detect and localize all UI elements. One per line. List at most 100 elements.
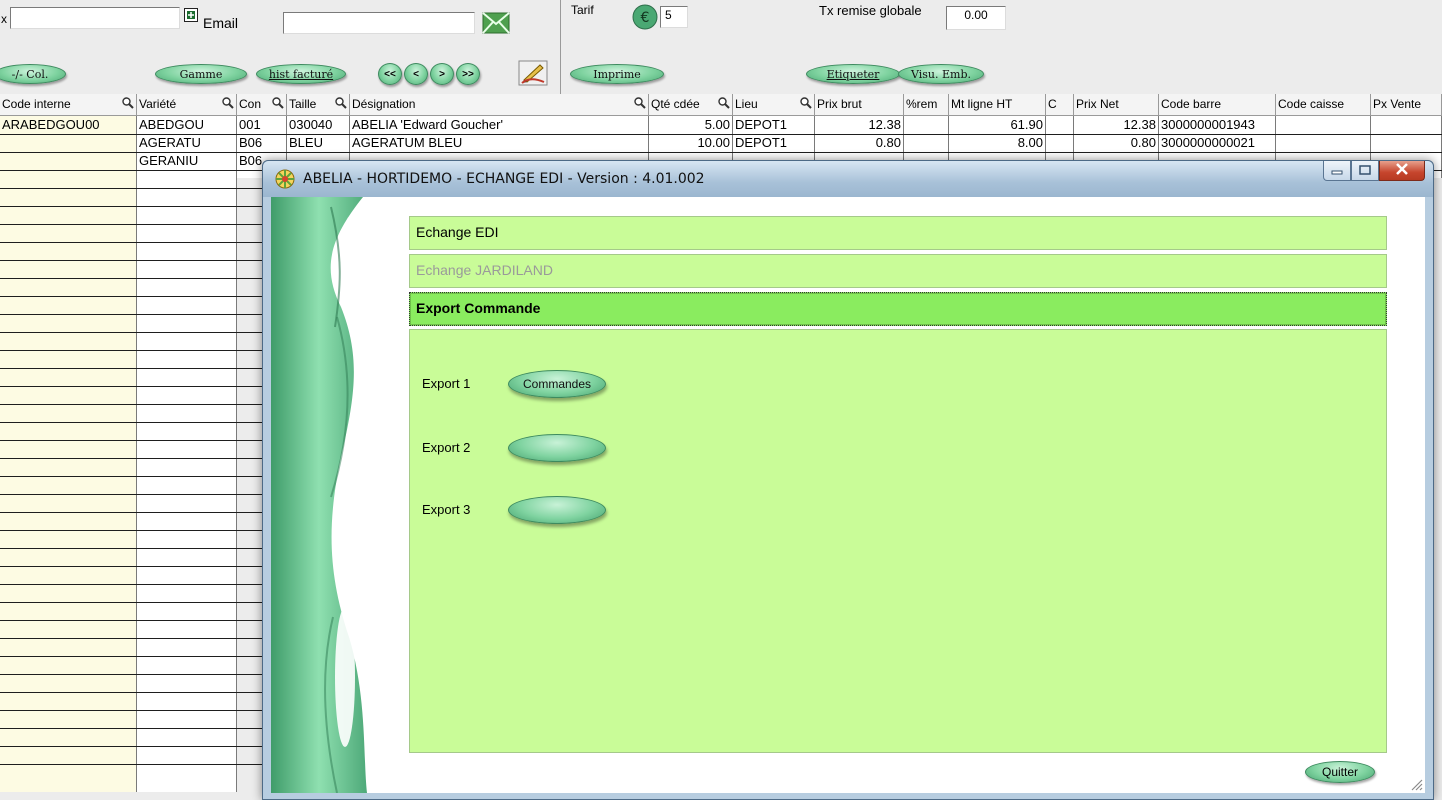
column-header[interactable]: Désignation — [350, 94, 649, 116]
column-header[interactable]: Lieu — [733, 94, 815, 116]
column-header[interactable]: Prix Net — [1074, 94, 1159, 116]
window-title: ABELIA - HORTIDEMO - ECHANGE EDI - Versi… — [303, 171, 705, 187]
table-cell[interactable]: AGERATUM BLEU — [352, 135, 646, 150]
nav-first-button[interactable]: << — [378, 63, 402, 85]
grid-row-divider — [0, 566, 262, 567]
export-3-button[interactable] — [508, 496, 606, 524]
table-cell[interactable]: B06 — [239, 135, 284, 150]
table-cell[interactable]: 0.80 — [817, 135, 901, 150]
column-header-label: Code barre — [1161, 97, 1222, 111]
export-1-commandes-button[interactable]: Commandes — [508, 370, 606, 398]
section-echange-jardiland[interactable]: Echange JARDILAND — [409, 254, 1387, 288]
table-cell[interactable]: DEPOT1 — [735, 117, 812, 132]
column-header[interactable]: Variété — [137, 94, 237, 116]
section-echange-edi[interactable]: Echange EDI — [409, 216, 1387, 250]
table-cell[interactable]: GERANIU — [139, 153, 234, 168]
column-header[interactable]: Code barre — [1159, 94, 1276, 116]
edit-pencil-icon[interactable] — [518, 60, 548, 86]
grid-row-divider — [0, 224, 262, 225]
column-header-label: %rem — [906, 97, 938, 111]
search-icon[interactable] — [634, 97, 646, 109]
table-cell[interactable]: 3000000001943 — [1161, 117, 1273, 132]
edi-exchange-window[interactable]: ABELIA - HORTIDEMO - ECHANGE EDI - Versi… — [262, 160, 1434, 800]
table-cell[interactable]: ABEDGOU — [139, 117, 234, 132]
column-header-label: Prix Net — [1076, 97, 1119, 111]
visu-emb-button[interactable]: Visu. Emb. — [898, 64, 984, 84]
table-cell[interactable]: 12.38 — [817, 117, 901, 132]
grid-row-divider — [0, 278, 262, 279]
grid-row-divider — [0, 206, 262, 207]
window-titlebar[interactable]: ABELIA - HORTIDEMO - ECHANGE EDI - Versi… — [263, 161, 1433, 197]
expand-icon[interactable] — [184, 8, 198, 22]
table-cell[interactable]: 3000000000021 — [1161, 135, 1273, 150]
search-icon[interactable] — [222, 97, 234, 109]
column-toggle-button[interactable]: -/- Col. — [0, 64, 66, 84]
abelia-app-icon — [275, 169, 295, 189]
close-icon — [1395, 163, 1409, 178]
table-cell[interactable]: ABELIA 'Edward Goucher' — [352, 117, 646, 132]
table-cell[interactable]: BLEU — [289, 135, 347, 150]
email-label: Email — [203, 15, 239, 31]
table-cell[interactable]: 001 — [239, 117, 284, 132]
grid-row-divider — [0, 260, 262, 261]
table-cell[interactable]: 030040 — [289, 117, 347, 132]
maximize-button[interactable] — [1351, 161, 1379, 181]
grid-row-divider — [0, 584, 262, 585]
close-button[interactable] — [1379, 161, 1425, 181]
column-header[interactable]: Con — [237, 94, 287, 116]
search-icon[interactable] — [335, 97, 347, 109]
table-cell[interactable]: DEPOT1 — [735, 135, 812, 150]
etiqueter-button[interactable]: Etiqueter — [806, 64, 900, 84]
left-text-field[interactable] — [10, 7, 180, 29]
column-header-label: Mt ligne HT — [951, 97, 1013, 111]
table-cell[interactable]: ARABEDGOU00 — [2, 117, 134, 132]
gamme-button[interactable]: Gamme — [155, 64, 247, 84]
imprime-button[interactable]: Imprime — [570, 64, 664, 84]
table-cell[interactable]: 5.00 — [651, 117, 730, 132]
column-header[interactable]: %rem — [904, 94, 949, 116]
nav-prev-button[interactable]: < — [404, 63, 428, 85]
column-header-label: C — [1048, 97, 1057, 111]
currency-euro-icon[interactable]: € — [632, 4, 658, 30]
search-icon[interactable] — [272, 97, 284, 109]
grid-row-divider — [0, 512, 262, 513]
tarif-field[interactable]: 5 — [660, 6, 688, 28]
table-cell[interactable]: 8.00 — [951, 135, 1043, 150]
resize-grip-icon[interactable] — [1409, 777, 1423, 791]
export-2-button[interactable] — [508, 434, 606, 462]
hist-facture-button[interactable]: hist facturé — [256, 64, 346, 84]
column-header[interactable]: Prix brut — [815, 94, 904, 116]
column-header[interactable]: C — [1046, 94, 1074, 116]
grid-row-divider — [0, 674, 262, 675]
column-header[interactable]: Px Vente — [1371, 94, 1442, 116]
caption-buttons — [1323, 161, 1425, 183]
remise-field[interactable]: 0.00 — [946, 6, 1006, 30]
send-email-icon[interactable] — [482, 12, 510, 34]
nav-next-button[interactable]: > — [430, 63, 454, 85]
table-cell[interactable]: AGERATU — [139, 135, 234, 150]
minimize-icon — [1331, 164, 1343, 178]
section-export-commande[interactable]: Export Commande — [409, 292, 1387, 326]
grid-row-divider — [0, 494, 262, 495]
column-header[interactable]: Code caisse — [1276, 94, 1371, 116]
nav-last-button[interactable]: >> — [456, 63, 480, 85]
quit-button[interactable]: Quitter — [1305, 761, 1375, 783]
search-icon[interactable] — [718, 97, 730, 109]
table-cell[interactable]: 10.00 — [651, 135, 730, 150]
table-cell[interactable]: 61.90 — [951, 117, 1043, 132]
column-header[interactable]: Taille — [287, 94, 350, 116]
window-client-area: Echange EDI Echange JARDILAND Export Com… — [271, 197, 1425, 794]
grid-row-divider — [0, 368, 262, 369]
table-cell[interactable]: 12.38 — [1076, 117, 1156, 132]
search-icon[interactable] — [800, 97, 812, 109]
column-header[interactable]: Qté cdée — [649, 94, 733, 116]
minimize-button[interactable] — [1323, 161, 1351, 181]
grid-row-divider — [0, 458, 262, 459]
column-header[interactable]: Code interne — [0, 94, 137, 116]
grid-row-divider — [0, 764, 262, 765]
column-header-label: Taille — [289, 97, 317, 111]
column-header[interactable]: Mt ligne HT — [949, 94, 1046, 116]
table-cell[interactable]: 0.80 — [1076, 135, 1156, 150]
search-icon[interactable] — [122, 97, 134, 109]
email-field[interactable] — [283, 12, 475, 34]
